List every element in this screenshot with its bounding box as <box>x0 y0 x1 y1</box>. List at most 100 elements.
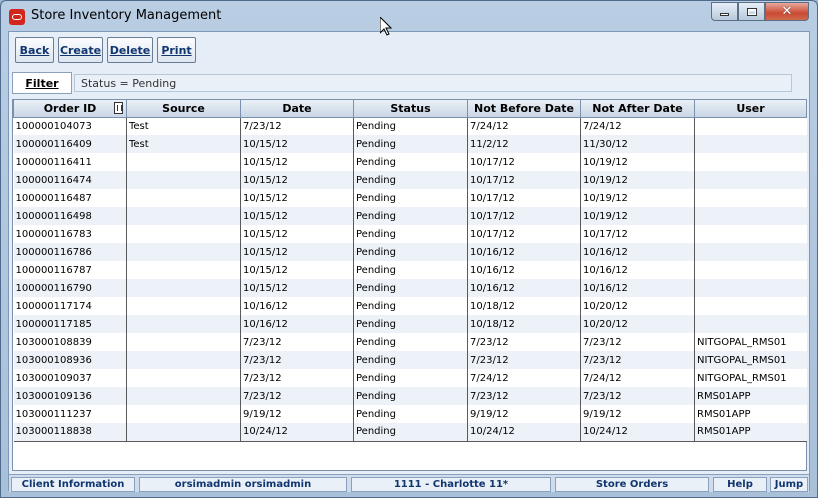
cell-user[interactable] <box>694 189 807 207</box>
cell-date[interactable]: 10/15/12 <box>240 207 354 225</box>
cell-date[interactable]: 10/15/12 <box>240 135 354 153</box>
cell-date[interactable]: 10/15/12 <box>240 261 354 279</box>
cell-source[interactable] <box>126 423 241 442</box>
cell-not-before-date[interactable]: 7/23/12 <box>467 351 581 369</box>
cell-status[interactable]: Pending <box>353 189 468 207</box>
cell-status[interactable]: Pending <box>353 153 468 171</box>
cell-status[interactable]: Pending <box>353 405 468 423</box>
cell-not-before-date[interactable]: 10/17/12 <box>467 153 581 171</box>
cell-order-id[interactable]: 100000116411 <box>13 153 127 171</box>
cell-source[interactable] <box>126 171 241 189</box>
cell-order-id[interactable]: 100000116790 <box>13 279 127 297</box>
cell-status[interactable]: Pending <box>353 423 468 442</box>
cell-not-after-date[interactable]: 10/19/12 <box>580 171 695 189</box>
cell-user[interactable] <box>694 153 807 171</box>
cell-not-after-date[interactable]: 10/19/12 <box>580 189 695 207</box>
cell-source[interactable] <box>126 369 241 387</box>
table-row[interactable]: 103000108936 7/23/12 Pending 7/23/12 7/23/12… <box>13 351 807 369</box>
cell-order-id[interactable]: 103000108936 <box>13 351 127 369</box>
cell-not-after-date[interactable]: 7/24/12 <box>580 117 695 135</box>
cell-not-before-date[interactable]: 10/24/12 <box>467 423 581 442</box>
table-row[interactable]: 100000116498 10/15/12 Pending 10/17/12 10/19… <box>13 207 807 225</box>
cell-date[interactable]: 10/16/12 <box>240 297 354 315</box>
cell-date[interactable]: 7/23/12 <box>240 333 354 351</box>
cell-source[interactable] <box>126 315 241 333</box>
cell-source[interactable] <box>126 207 241 225</box>
cell-source[interactable] <box>126 225 241 243</box>
cell-source[interactable]: Test <box>126 135 241 153</box>
cell-order-id[interactable]: 100000116783 <box>13 225 127 243</box>
cell-status[interactable]: Pending <box>353 261 468 279</box>
table-row[interactable]: 100000117185 10/16/12 Pending 10/18/12 10/20… <box>13 315 807 333</box>
cell-status[interactable]: Pending <box>353 225 468 243</box>
cell-status[interactable]: Pending <box>353 369 468 387</box>
cell-user[interactable] <box>694 171 807 189</box>
cell-order-id[interactable]: 100000116787 <box>13 261 127 279</box>
cell-user[interactable] <box>694 207 807 225</box>
cell-order-id[interactable]: 103000109037 <box>13 369 127 387</box>
cell-not-before-date[interactable]: 10/16/12 <box>467 243 581 261</box>
cell-date[interactable]: 10/15/12 <box>240 279 354 297</box>
maximize-button[interactable] <box>738 2 765 21</box>
table-row[interactable]: 100000104073 Test 7/23/12 Pending 7/24/12 7/2… <box>13 117 807 135</box>
cell-status[interactable]: Pending <box>353 387 468 405</box>
table-row[interactable]: 100000117174 10/16/12 Pending 10/18/12 10/20… <box>13 297 807 315</box>
table-row[interactable]: 103000109037 7/23/12 Pending 7/24/12 7/24/12… <box>13 369 807 387</box>
cell-source[interactable] <box>126 297 241 315</box>
cell-not-after-date[interactable]: 10/20/12 <box>580 315 695 333</box>
cell-not-before-date[interactable]: 10/18/12 <box>467 297 581 315</box>
cell-not-after-date[interactable]: 10/16/12 <box>580 279 695 297</box>
table-row[interactable]: 100000116409 Test 10/15/12 Pending 11/2/12 11… <box>13 135 807 153</box>
cell-not-after-date[interactable]: 10/17/12 <box>580 225 695 243</box>
cell-date[interactable]: 9/19/12 <box>240 405 354 423</box>
cell-user[interactable] <box>694 297 807 315</box>
cell-user[interactable] <box>694 225 807 243</box>
sort-icon[interactable] <box>114 102 123 114</box>
cell-not-after-date[interactable]: 7/23/12 <box>580 351 695 369</box>
cell-order-id[interactable]: 103000109136 <box>13 387 127 405</box>
cell-date[interactable]: 10/15/12 <box>240 189 354 207</box>
cell-order-id[interactable]: 103000108839 <box>13 333 127 351</box>
cell-not-before-date[interactable]: 7/24/12 <box>467 369 581 387</box>
cell-user[interactable]: RMS01APP <box>694 387 807 405</box>
table-row[interactable]: 103000118838 10/24/12 Pending 10/24/12 10/24… <box>13 423 807 442</box>
cell-order-id[interactable]: 103000118838 <box>13 423 127 442</box>
cell-source[interactable] <box>126 153 241 171</box>
cell-status[interactable]: Pending <box>353 351 468 369</box>
cell-user[interactable] <box>694 261 807 279</box>
cell-status[interactable]: Pending <box>353 315 468 333</box>
cell-status[interactable]: Pending <box>353 243 468 261</box>
table-row[interactable]: 100000116474 10/15/12 Pending 10/17/12 10/19… <box>13 171 807 189</box>
cell-not-after-date[interactable]: 7/23/12 <box>580 333 695 351</box>
cell-date[interactable]: 10/16/12 <box>240 315 354 333</box>
cell-status[interactable]: Pending <box>353 135 468 153</box>
cell-not-before-date[interactable]: 11/2/12 <box>467 135 581 153</box>
cell-date[interactable]: 10/15/12 <box>240 225 354 243</box>
delete-button[interactable]: Delete <box>107 37 153 63</box>
cell-source[interactable] <box>126 261 241 279</box>
cell-not-after-date[interactable]: 10/19/12 <box>580 207 695 225</box>
cell-not-before-date[interactable]: 7/23/12 <box>467 333 581 351</box>
create-button[interactable]: Create <box>58 37 103 63</box>
cell-user[interactable] <box>694 117 807 135</box>
table-row[interactable]: 100000116786 10/15/12 Pending 10/16/12 10/16… <box>13 243 807 261</box>
cell-not-before-date[interactable]: 10/17/12 <box>467 171 581 189</box>
cell-not-after-date[interactable]: 7/24/12 <box>580 369 695 387</box>
table-row[interactable]: 103000109136 7/23/12 Pending 7/23/12 7/23/12… <box>13 387 807 405</box>
table-row[interactable]: 103000108839 7/23/12 Pending 7/23/12 7/23/12… <box>13 333 807 351</box>
cell-status[interactable]: Pending <box>353 171 468 189</box>
cell-source[interactable]: Test <box>126 117 241 135</box>
cell-order-id[interactable]: 100000116409 <box>13 135 127 153</box>
cell-order-id[interactable]: 100000116487 <box>13 189 127 207</box>
cell-order-id[interactable]: 100000116786 <box>13 243 127 261</box>
back-button[interactable]: Back <box>15 37 54 63</box>
cell-user[interactable]: NITGOPAL_RMS01 <box>694 333 807 351</box>
table-row[interactable]: 100000116783 10/15/12 Pending 10/17/12 10/17… <box>13 225 807 243</box>
cell-order-id[interactable]: 103000111237 <box>13 405 127 423</box>
cell-date[interactable]: 10/24/12 <box>240 423 354 442</box>
cell-source[interactable] <box>126 333 241 351</box>
cell-not-before-date[interactable]: 10/17/12 <box>467 207 581 225</box>
cell-user[interactable]: RMS01APP <box>694 423 807 442</box>
cell-not-after-date[interactable]: 10/19/12 <box>580 153 695 171</box>
cell-status[interactable]: Pending <box>353 279 468 297</box>
